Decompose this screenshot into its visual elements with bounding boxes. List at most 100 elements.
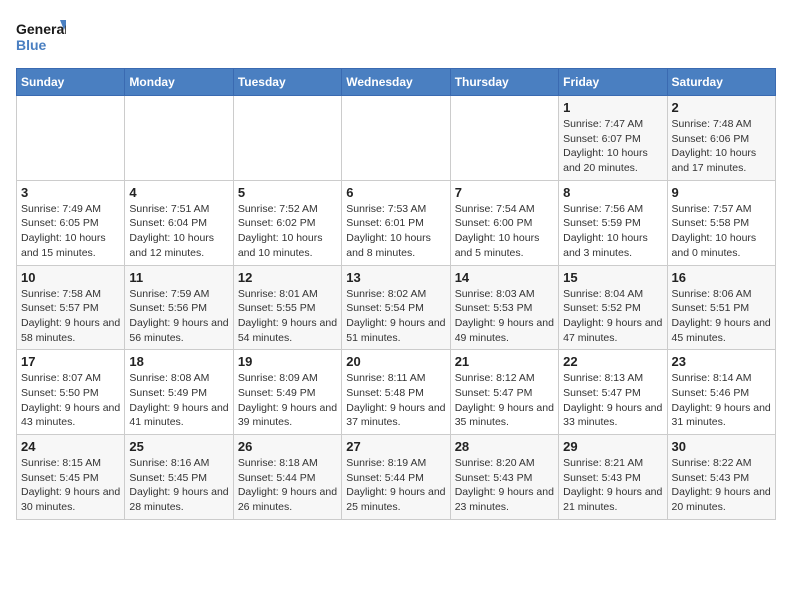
logo-svg: General Blue <box>16 16 66 60</box>
day-info: Sunrise: 7:47 AM Sunset: 6:07 PM Dayligh… <box>563 117 662 176</box>
day-number: 1 <box>563 100 662 115</box>
calendar-cell: 20 Sunrise: 8:11 AM Sunset: 5:48 PM Dayli… <box>342 350 450 435</box>
day-number: 24 <box>21 439 120 454</box>
week-row-0: 1 Sunrise: 7:47 AM Sunset: 6:07 PM Daylig… <box>17 96 776 181</box>
day-info: Sunrise: 8:02 AM Sunset: 5:54 PM Dayligh… <box>346 287 445 346</box>
day-info: Sunrise: 8:22 AM Sunset: 5:43 PM Dayligh… <box>672 456 771 515</box>
calendar-cell <box>450 96 558 181</box>
day-info: Sunrise: 8:20 AM Sunset: 5:43 PM Dayligh… <box>455 456 554 515</box>
day-info: Sunrise: 8:14 AM Sunset: 5:46 PM Dayligh… <box>672 371 771 430</box>
day-number: 23 <box>672 354 771 369</box>
day-number: 12 <box>238 270 337 285</box>
day-info: Sunrise: 8:07 AM Sunset: 5:50 PM Dayligh… <box>21 371 120 430</box>
week-row-1: 3Sunrise: 7:49 AM Sunset: 6:05 PM Daylig… <box>17 180 776 265</box>
day-info: Sunrise: 8:12 AM Sunset: 5:47 PM Dayligh… <box>455 371 554 430</box>
calendar-cell: 6 Sunrise: 7:53 AM Sunset: 6:01 PM Daylig… <box>342 180 450 265</box>
day-info: Sunrise: 7:51 AM Sunset: 6:04 PM Dayligh… <box>129 202 228 261</box>
calendar-cell: 16 Sunrise: 8:06 AM Sunset: 5:51 PM Dayli… <box>667 265 775 350</box>
calendar-cell: 13 Sunrise: 8:02 AM Sunset: 5:54 PM Dayli… <box>342 265 450 350</box>
day-info: Sunrise: 7:56 AM Sunset: 5:59 PM Dayligh… <box>563 202 662 261</box>
day-number: 19 <box>238 354 337 369</box>
calendar-cell: 30 Sunrise: 8:22 AM Sunset: 5:43 PM Dayli… <box>667 435 775 520</box>
day-number: 25 <box>129 439 228 454</box>
calendar-cell: 12Sunrise: 8:01 AM Sunset: 5:55 PM Dayli… <box>233 265 341 350</box>
calendar-cell: 17 Sunrise: 8:07 AM Sunset: 5:50 PM Dayli… <box>17 350 125 435</box>
page-header: General Blue <box>16 16 776 60</box>
weekday-header-row: SundayMondayTuesdayWednesdayThursdayFrid… <box>17 69 776 96</box>
day-number: 17 <box>21 354 120 369</box>
calendar-cell: 4 Sunrise: 7:51 AM Sunset: 6:04 PM Daylig… <box>125 180 233 265</box>
calendar-cell: 9 Sunrise: 7:57 AM Sunset: 5:58 PM Daylig… <box>667 180 775 265</box>
day-info: Sunrise: 8:06 AM Sunset: 5:51 PM Dayligh… <box>672 287 771 346</box>
weekday-sunday: Sunday <box>17 69 125 96</box>
calendar-cell <box>233 96 341 181</box>
weekday-friday: Friday <box>559 69 667 96</box>
day-number: 21 <box>455 354 554 369</box>
day-number: 28 <box>455 439 554 454</box>
calendar-cell: 3Sunrise: 7:49 AM Sunset: 6:05 PM Daylig… <box>17 180 125 265</box>
calendar-cell: 28 Sunrise: 8:20 AM Sunset: 5:43 PM Dayli… <box>450 435 558 520</box>
day-number: 11 <box>129 270 228 285</box>
day-number: 30 <box>672 439 771 454</box>
day-number: 3 <box>21 185 120 200</box>
day-info: Sunrise: 8:03 AM Sunset: 5:53 PM Dayligh… <box>455 287 554 346</box>
week-row-3: 17 Sunrise: 8:07 AM Sunset: 5:50 PM Dayli… <box>17 350 776 435</box>
day-info: Sunrise: 7:58 AM Sunset: 5:57 PM Dayligh… <box>21 287 120 346</box>
calendar-cell: 11 Sunrise: 7:59 AM Sunset: 5:56 PM Dayli… <box>125 265 233 350</box>
calendar-body: 1 Sunrise: 7:47 AM Sunset: 6:07 PM Daylig… <box>17 96 776 520</box>
day-number: 13 <box>346 270 445 285</box>
calendar-cell: 23 Sunrise: 8:14 AM Sunset: 5:46 PM Dayli… <box>667 350 775 435</box>
week-row-4: 24 Sunrise: 8:15 AM Sunset: 5:45 PM Dayli… <box>17 435 776 520</box>
calendar-cell: 27Sunrise: 8:19 AM Sunset: 5:44 PM Dayli… <box>342 435 450 520</box>
calendar-table: SundayMondayTuesdayWednesdayThursdayFrid… <box>16 68 776 520</box>
day-number: 8 <box>563 185 662 200</box>
calendar-header: SundayMondayTuesdayWednesdayThursdayFrid… <box>17 69 776 96</box>
calendar-cell: 21 Sunrise: 8:12 AM Sunset: 5:47 PM Dayli… <box>450 350 558 435</box>
day-number: 9 <box>672 185 771 200</box>
svg-text:General: General <box>16 21 66 37</box>
day-info: Sunrise: 7:59 AM Sunset: 5:56 PM Dayligh… <box>129 287 228 346</box>
day-number: 22 <box>563 354 662 369</box>
day-number: 7 <box>455 185 554 200</box>
calendar-cell: 19 Sunrise: 8:09 AM Sunset: 5:49 PM Dayli… <box>233 350 341 435</box>
day-number: 16 <box>672 270 771 285</box>
day-info: Sunrise: 7:53 AM Sunset: 6:01 PM Dayligh… <box>346 202 445 261</box>
calendar-cell: 5Sunrise: 7:52 AM Sunset: 6:02 PM Daylig… <box>233 180 341 265</box>
day-number: 27 <box>346 439 445 454</box>
day-info: Sunrise: 7:57 AM Sunset: 5:58 PM Dayligh… <box>672 202 771 261</box>
calendar-cell <box>125 96 233 181</box>
week-row-2: 10 Sunrise: 7:58 AM Sunset: 5:57 PM Dayli… <box>17 265 776 350</box>
calendar-cell: 18 Sunrise: 8:08 AM Sunset: 5:49 PM Dayli… <box>125 350 233 435</box>
calendar-cell: 2 Sunrise: 7:48 AM Sunset: 6:06 PM Daylig… <box>667 96 775 181</box>
day-info: Sunrise: 7:48 AM Sunset: 6:06 PM Dayligh… <box>672 117 771 176</box>
day-info: Sunrise: 7:54 AM Sunset: 6:00 PM Dayligh… <box>455 202 554 261</box>
day-number: 6 <box>346 185 445 200</box>
calendar-cell: 26Sunrise: 8:18 AM Sunset: 5:44 PM Dayli… <box>233 435 341 520</box>
calendar-cell <box>342 96 450 181</box>
day-info: Sunrise: 8:08 AM Sunset: 5:49 PM Dayligh… <box>129 371 228 430</box>
weekday-wednesday: Wednesday <box>342 69 450 96</box>
day-info: Sunrise: 8:11 AM Sunset: 5:48 PM Dayligh… <box>346 371 445 430</box>
day-info: Sunrise: 8:09 AM Sunset: 5:49 PM Dayligh… <box>238 371 337 430</box>
calendar-cell: 8 Sunrise: 7:56 AM Sunset: 5:59 PM Daylig… <box>559 180 667 265</box>
calendar-cell: 14 Sunrise: 8:03 AM Sunset: 5:53 PM Dayli… <box>450 265 558 350</box>
day-info: Sunrise: 8:15 AM Sunset: 5:45 PM Dayligh… <box>21 456 120 515</box>
calendar-cell: 24 Sunrise: 8:15 AM Sunset: 5:45 PM Dayli… <box>17 435 125 520</box>
day-info: Sunrise: 8:18 AM Sunset: 5:44 PM Dayligh… <box>238 456 337 515</box>
day-number: 2 <box>672 100 771 115</box>
calendar-cell: 25 Sunrise: 8:16 AM Sunset: 5:45 PM Dayli… <box>125 435 233 520</box>
day-number: 15 <box>563 270 662 285</box>
day-number: 14 <box>455 270 554 285</box>
day-info: Sunrise: 8:21 AM Sunset: 5:43 PM Dayligh… <box>563 456 662 515</box>
day-number: 10 <box>21 270 120 285</box>
day-number: 29 <box>563 439 662 454</box>
logo: General Blue <box>16 16 66 60</box>
day-number: 4 <box>129 185 228 200</box>
day-number: 20 <box>346 354 445 369</box>
day-info: Sunrise: 8:16 AM Sunset: 5:45 PM Dayligh… <box>129 456 228 515</box>
weekday-thursday: Thursday <box>450 69 558 96</box>
calendar-cell: 22 Sunrise: 8:13 AM Sunset: 5:47 PM Dayli… <box>559 350 667 435</box>
calendar-cell: 10 Sunrise: 7:58 AM Sunset: 5:57 PM Dayli… <box>17 265 125 350</box>
day-info: Sunrise: 8:13 AM Sunset: 5:47 PM Dayligh… <box>563 371 662 430</box>
day-number: 18 <box>129 354 228 369</box>
